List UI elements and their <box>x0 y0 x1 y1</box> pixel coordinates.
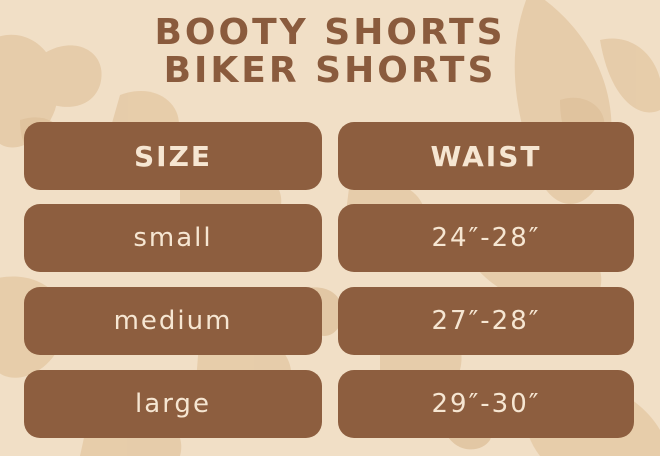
size-value: large <box>135 389 211 419</box>
waist-header: WAIST <box>338 122 634 190</box>
size-header-label: SIZE <box>133 139 212 173</box>
size-value: medium <box>113 306 233 336</box>
waist-value: 24″-28″ <box>431 223 541 253</box>
waist-header-label: WAIST <box>430 139 542 173</box>
title-biker-shorts: BIKER SHORTS <box>163 50 497 91</box>
waist-value: 27″-28″ <box>431 306 541 336</box>
waist-cell-small: 24″-28″ <box>338 204 634 272</box>
size-header: SIZE <box>24 122 322 190</box>
size-cell-medium: medium <box>24 287 322 355</box>
waist-cell-medium: 27″-28″ <box>338 287 634 355</box>
size-cell-small: small <box>24 204 322 272</box>
title-booty-shorts: BOOTY SHORTS <box>154 12 506 53</box>
size-cell-large: large <box>24 370 322 438</box>
waist-cell-large: 29″-30″ <box>338 370 634 438</box>
waist-value: 29″-30″ <box>431 389 541 419</box>
size-value: small <box>133 223 213 253</box>
